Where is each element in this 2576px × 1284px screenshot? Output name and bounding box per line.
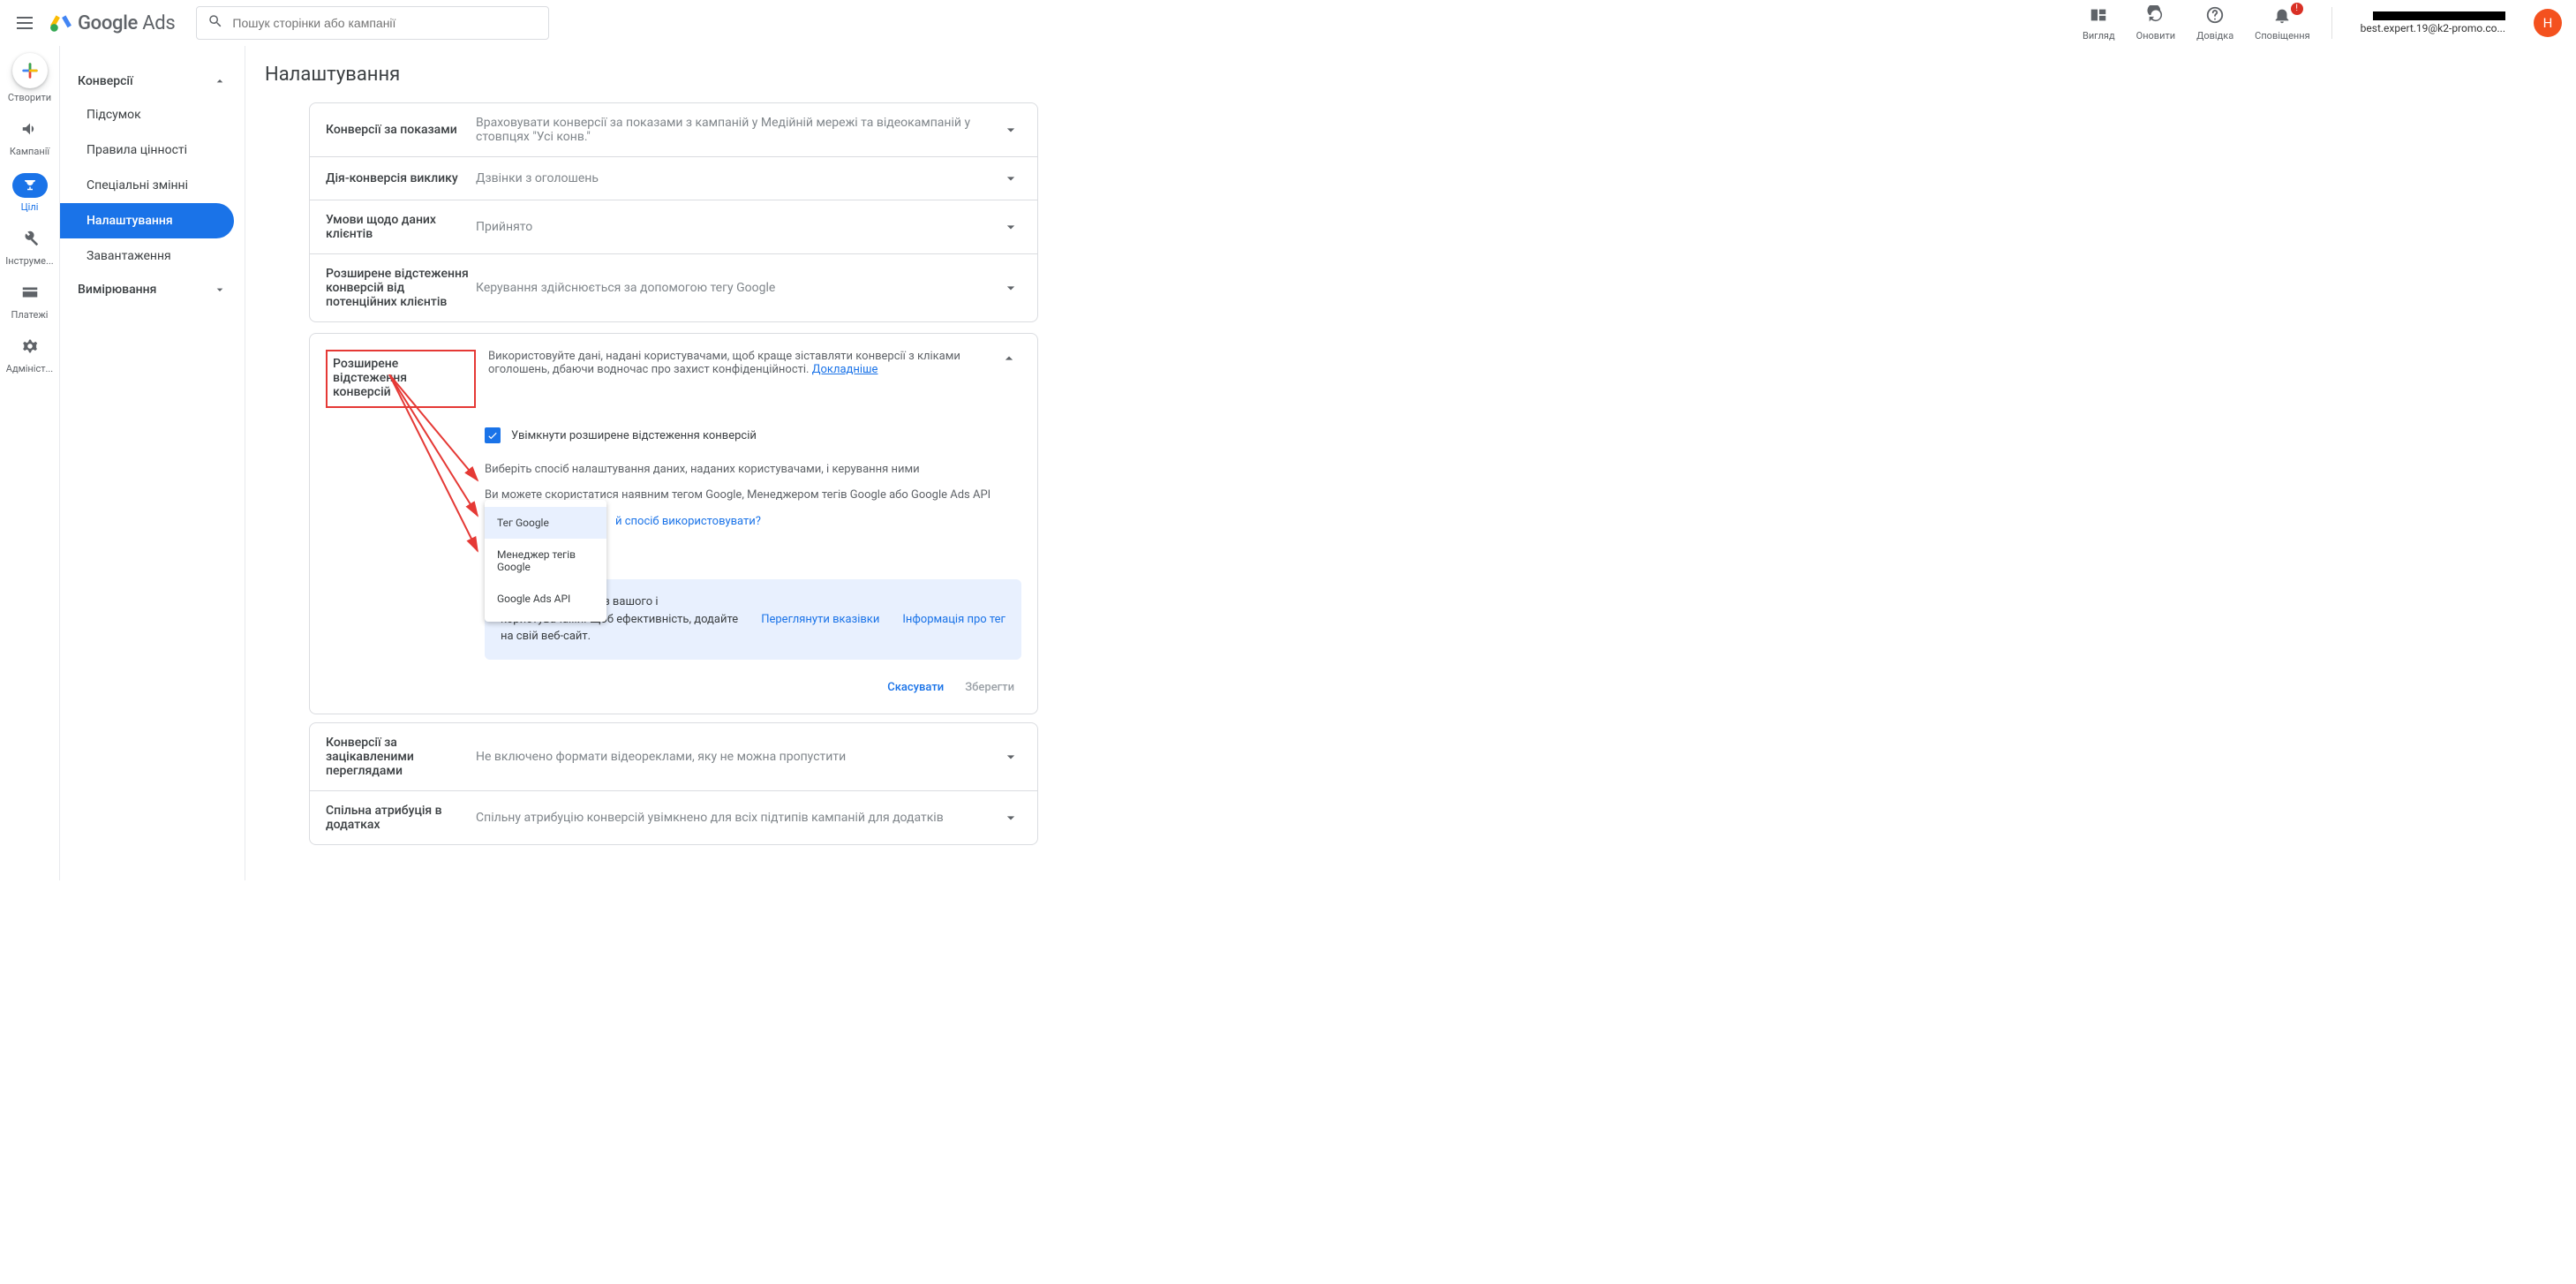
sidebar-item-custom-vars[interactable]: Спеціальні змінні bbox=[60, 168, 234, 203]
method-dropdown-menu: Тег Google Менеджер тегів Google Google … bbox=[485, 500, 606, 622]
appearance-icon bbox=[2089, 5, 2108, 28]
rail-payments[interactable]: Платежі bbox=[4, 283, 56, 321]
refresh-icon bbox=[2146, 5, 2165, 28]
card-icon bbox=[20, 283, 40, 306]
which-method-link[interactable]: й спосіб використовувати? bbox=[615, 515, 761, 528]
dropdown-option-google-tag[interactable]: Тег Google bbox=[485, 507, 606, 539]
learn-more-link[interactable]: Докладніше bbox=[812, 363, 878, 376]
trophy-icon bbox=[12, 173, 48, 198]
save-button: Зберегти bbox=[965, 681, 1014, 694]
choose-method-label: Виберіть спосіб налаштування даних, нада… bbox=[485, 463, 1021, 476]
gear-icon bbox=[20, 336, 40, 359]
row-call-conversion-action[interactable]: Дія-конверсія виклику Дзвінки з оголошен… bbox=[309, 156, 1038, 200]
enable-enhanced-conversions-checkbox[interactable]: Увімкнути розширене відстеження конверсі… bbox=[485, 427, 1021, 443]
chevron-down-icon[interactable] bbox=[1000, 121, 1021, 139]
sidebar-section-measurement[interactable]: Вимірювання bbox=[60, 274, 245, 306]
help-icon bbox=[2205, 5, 2225, 28]
tools-icon bbox=[20, 229, 40, 252]
highlighted-panel-title: Розширене відстеження конверсій bbox=[326, 350, 476, 408]
left-rail: Створити Кампанії Цілі Інструме... Плате… bbox=[0, 46, 60, 880]
account-name-redacted bbox=[2373, 11, 2505, 20]
row-view-through-conversions[interactable]: Конверсії за показами Враховувати конвер… bbox=[309, 102, 1038, 157]
expanded-enhanced-conversions-panel: Розширене відстеження конверсій Використ… bbox=[309, 333, 1038, 714]
logo-text: Google Ads bbox=[78, 12, 175, 34]
chevron-down-icon[interactable] bbox=[1000, 218, 1021, 236]
chevron-down-icon[interactable] bbox=[1000, 809, 1021, 827]
main-content: Налаштування Конверсії за показами Врахо… bbox=[245, 46, 2576, 880]
sidebar-item-value-rules[interactable]: Правила цінності bbox=[60, 132, 234, 168]
search-icon bbox=[207, 13, 223, 33]
chevron-down-icon[interactable] bbox=[1000, 748, 1021, 766]
rail-tools[interactable]: Інструме... bbox=[4, 229, 56, 267]
logo[interactable]: Google Ads bbox=[49, 11, 175, 34]
chevron-up-icon bbox=[213, 74, 227, 88]
page-title: Налаштування bbox=[265, 64, 2576, 86]
avatar[interactable]: Н bbox=[2534, 9, 2562, 37]
checkbox-checked-icon bbox=[485, 427, 501, 443]
row-enhanced-conversions-leads[interactable]: Розширене відстеження конверсій від поте… bbox=[309, 253, 1038, 322]
rail-campaigns[interactable]: Кампанії bbox=[4, 119, 56, 157]
top-actions: Вигляд Оновити Довідка ! Сповіщення best… bbox=[2083, 5, 2562, 42]
dropdown-option-ads-api[interactable]: Google Ads API bbox=[485, 583, 606, 615]
sidebar: Конверсії Підсумок Правила цінності Спец… bbox=[60, 46, 245, 880]
account-email: best.expert.19@k2-promo.co... bbox=[2361, 22, 2505, 34]
megaphone-icon bbox=[20, 119, 40, 142]
create-button[interactable]: Створити bbox=[4, 53, 56, 103]
sidebar-item-settings[interactable]: Налаштування bbox=[60, 203, 234, 238]
search-input[interactable] bbox=[232, 16, 538, 30]
collapse-button[interactable] bbox=[1000, 350, 1021, 408]
menu-icon[interactable] bbox=[14, 12, 35, 34]
sidebar-item-summary[interactable]: Підсумок bbox=[60, 97, 234, 132]
chevron-down-icon[interactable] bbox=[1000, 279, 1021, 297]
topbar: Google Ads Вигляд Оновити Довідка ! Спов… bbox=[0, 0, 2576, 46]
view-instructions-link[interactable]: Переглянути вказівки bbox=[761, 613, 879, 626]
row-shared-app-attribution[interactable]: Спільна атрибуція в додатках Спільну атр… bbox=[309, 790, 1038, 845]
appearance-button[interactable]: Вигляд bbox=[2083, 5, 2115, 42]
google-ads-logo-icon bbox=[49, 11, 72, 34]
account-selector[interactable]: best.expert.19@k2-promo.co... bbox=[2361, 11, 2505, 34]
plus-icon bbox=[12, 53, 48, 88]
bell-icon bbox=[2272, 5, 2292, 28]
rail-admin[interactable]: Адмініст... bbox=[4, 336, 56, 374]
dropdown-option-gtm[interactable]: Менеджер тегів Google bbox=[485, 539, 606, 583]
refresh-button[interactable]: Оновити bbox=[2136, 5, 2175, 42]
row-engaged-view-conversions[interactable]: Конверсії за зацікавленими переглядами Н… bbox=[309, 722, 1038, 791]
cancel-button[interactable]: Скасувати bbox=[887, 681, 944, 694]
chevron-down-icon bbox=[213, 283, 227, 297]
row-customer-data-terms[interactable]: Умови щодо даних клієнтів Прийнято bbox=[309, 200, 1038, 254]
sidebar-item-uploads[interactable]: Завантаження bbox=[60, 238, 234, 274]
tag-info-link[interactable]: Інформація про тег bbox=[902, 613, 1006, 626]
sidebar-section-conversions[interactable]: Конверсії bbox=[60, 65, 245, 97]
panel-intro: Використовуйте дані, надані користувачам… bbox=[476, 350, 1000, 408]
chevron-down-icon[interactable] bbox=[1000, 170, 1021, 187]
notifications-button[interactable]: ! Сповіщення bbox=[2255, 5, 2309, 42]
help-button[interactable]: Довідка bbox=[2196, 5, 2233, 42]
search-box[interactable] bbox=[196, 6, 549, 40]
notification-badge: ! bbox=[2291, 3, 2303, 15]
rail-goals[interactable]: Цілі bbox=[4, 173, 56, 213]
